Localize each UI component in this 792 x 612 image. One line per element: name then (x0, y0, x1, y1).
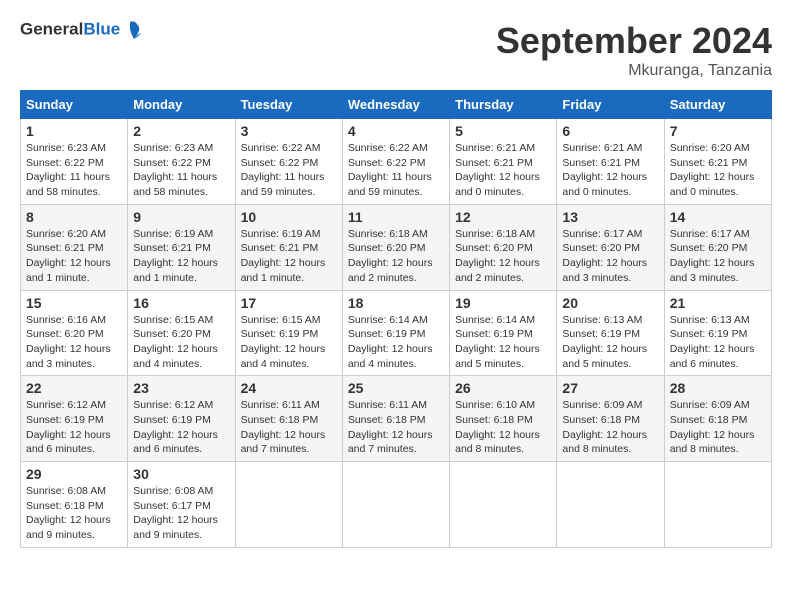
day-17: 17 Sunrise: 6:15 AM Sunset: 6:19 PM Dayl… (235, 290, 342, 376)
day-30: 30 Sunrise: 6:08 AM Sunset: 6:17 PM Dayl… (128, 462, 235, 548)
day-4: 4 Sunrise: 6:22 AM Sunset: 6:22 PM Dayli… (342, 119, 449, 205)
day-15: 15 Sunrise: 6:16 AM Sunset: 6:20 PM Dayl… (21, 290, 128, 376)
table-row: 8 Sunrise: 6:20 AM Sunset: 6:21 PM Dayli… (21, 204, 772, 290)
day-23: 23 Sunrise: 6:12 AM Sunset: 6:19 PM Dayl… (128, 376, 235, 462)
header-thursday: Thursday (450, 91, 557, 119)
header-saturday: Saturday (664, 91, 771, 119)
day-8: 8 Sunrise: 6:20 AM Sunset: 6:21 PM Dayli… (21, 204, 128, 290)
day-14: 14 Sunrise: 6:17 AM Sunset: 6:20 PM Dayl… (664, 204, 771, 290)
day-22: 22 Sunrise: 6:12 AM Sunset: 6:19 PM Dayl… (21, 376, 128, 462)
table-row: 29 Sunrise: 6:08 AM Sunset: 6:18 PM Dayl… (21, 462, 772, 548)
page-header: GeneralBlue September 2024 Mkuranga, Tan… (20, 20, 772, 80)
table-row: 22 Sunrise: 6:12 AM Sunset: 6:19 PM Dayl… (21, 376, 772, 462)
day-21: 21 Sunrise: 6:13 AM Sunset: 6:19 PM Dayl… (664, 290, 771, 376)
day-3: 3 Sunrise: 6:22 AM Sunset: 6:22 PM Dayli… (235, 119, 342, 205)
header-tuesday: Tuesday (235, 91, 342, 119)
day-24: 24 Sunrise: 6:11 AM Sunset: 6:18 PM Dayl… (235, 376, 342, 462)
day-11: 11 Sunrise: 6:18 AM Sunset: 6:20 PM Dayl… (342, 204, 449, 290)
day-9: 9 Sunrise: 6:19 AM Sunset: 6:21 PM Dayli… (128, 204, 235, 290)
header-monday: Monday (128, 91, 235, 119)
day-25: 25 Sunrise: 6:11 AM Sunset: 6:18 PM Dayl… (342, 376, 449, 462)
day-1: 1 Sunrise: 6:23 AM Sunset: 6:22 PM Dayli… (21, 119, 128, 205)
empty-cell (342, 462, 449, 548)
header-sunday: Sunday (21, 91, 128, 119)
header-friday: Friday (557, 91, 664, 119)
day-13: 13 Sunrise: 6:17 AM Sunset: 6:20 PM Dayl… (557, 204, 664, 290)
empty-cell (450, 462, 557, 548)
month-title: September 2024 (496, 20, 772, 62)
day-26: 26 Sunrise: 6:10 AM Sunset: 6:18 PM Dayl… (450, 376, 557, 462)
location-title: Mkuranga, Tanzania (496, 62, 772, 80)
day-19: 19 Sunrise: 6:14 AM Sunset: 6:19 PM Dayl… (450, 290, 557, 376)
title-section: September 2024 Mkuranga, Tanzania (496, 20, 772, 80)
header-wednesday: Wednesday (342, 91, 449, 119)
day-16: 16 Sunrise: 6:15 AM Sunset: 6:20 PM Dayl… (128, 290, 235, 376)
header-row: Sunday Monday Tuesday Wednesday Thursday… (21, 91, 772, 119)
day-2: 2 Sunrise: 6:23 AM Sunset: 6:22 PM Dayli… (128, 119, 235, 205)
logo[interactable]: GeneralBlue (20, 20, 142, 40)
day-12: 12 Sunrise: 6:18 AM Sunset: 6:20 PM Dayl… (450, 204, 557, 290)
day-5: 5 Sunrise: 6:21 AM Sunset: 6:21 PM Dayli… (450, 119, 557, 205)
day-6: 6 Sunrise: 6:21 AM Sunset: 6:21 PM Dayli… (557, 119, 664, 205)
day-10: 10 Sunrise: 6:19 AM Sunset: 6:21 PM Dayl… (235, 204, 342, 290)
calendar-table: Sunday Monday Tuesday Wednesday Thursday… (20, 90, 772, 548)
day-28: 28 Sunrise: 6:09 AM Sunset: 6:18 PM Dayl… (664, 376, 771, 462)
day-7: 7 Sunrise: 6:20 AM Sunset: 6:21 PM Dayli… (664, 119, 771, 205)
day-20: 20 Sunrise: 6:13 AM Sunset: 6:19 PM Dayl… (557, 290, 664, 376)
day-27: 27 Sunrise: 6:09 AM Sunset: 6:18 PM Dayl… (557, 376, 664, 462)
day-18: 18 Sunrise: 6:14 AM Sunset: 6:19 PM Dayl… (342, 290, 449, 376)
empty-cell (235, 462, 342, 548)
day-29: 29 Sunrise: 6:08 AM Sunset: 6:18 PM Dayl… (21, 462, 128, 548)
empty-cell (664, 462, 771, 548)
table-row: 15 Sunrise: 6:16 AM Sunset: 6:20 PM Dayl… (21, 290, 772, 376)
empty-cell (557, 462, 664, 548)
table-row: 1 Sunrise: 6:23 AM Sunset: 6:22 PM Dayli… (21, 119, 772, 205)
